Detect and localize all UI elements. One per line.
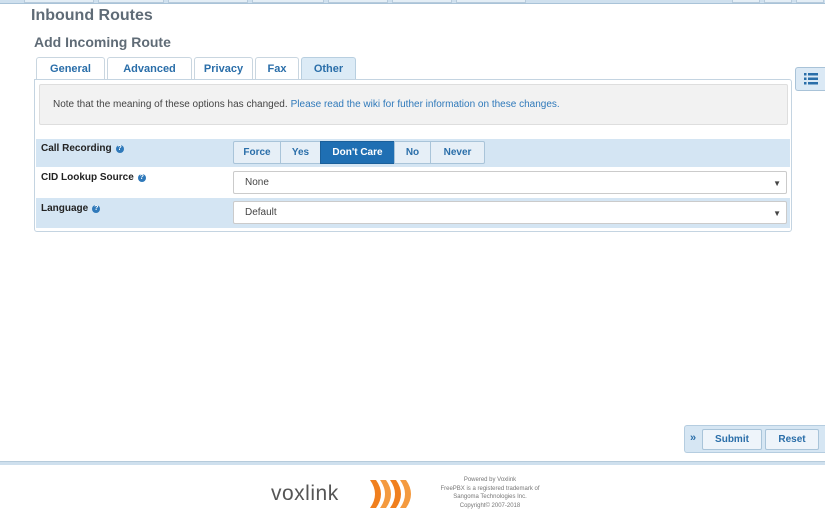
voxlink-logo-text: voxlink [271, 482, 339, 505]
submit-button[interactable]: Submit [702, 429, 762, 450]
trademark-text-1: FreePBX is a registered trademark of [440, 485, 540, 492]
cid-lookup-value: None [245, 177, 269, 188]
language-value: Default [245, 207, 277, 218]
top-nav-item[interactable] [732, 0, 760, 3]
double-chevron-right-icon[interactable]: » [690, 432, 696, 444]
top-nav-item[interactable] [168, 0, 248, 3]
call-recording-label-group: Call Recording ? [41, 143, 124, 154]
voxlink-logo-mark-icon [370, 480, 411, 508]
wiki-link[interactable]: Please read the wiki for futher informat… [291, 99, 560, 110]
top-nav-item[interactable] [328, 0, 388, 3]
copyright-text: Copyright© 2007-2018 [459, 502, 521, 509]
call-recording-options: Force Yes Don't Care No Never [233, 141, 485, 164]
question-circle-icon[interactable]: ? [92, 204, 101, 213]
top-nav-strip [0, 0, 825, 4]
call-recording-dont-care-button[interactable]: Don't Care [320, 141, 395, 164]
tab-privacy[interactable]: Privacy [194, 57, 253, 80]
tab-panel-other: Note that the meaning of these options h… [34, 79, 792, 232]
powered-by-text: Powered by Voxlink [463, 477, 517, 483]
top-nav-item[interactable] [392, 0, 452, 3]
question-circle-icon[interactable]: ? [115, 144, 124, 153]
section-title: Add Incoming Route [34, 34, 171, 50]
caret-down-icon: ▼ [773, 209, 781, 218]
language-label: Language [41, 203, 89, 214]
language-select[interactable]: Default ▼ [233, 201, 787, 224]
call-recording-yes-button[interactable]: Yes [280, 141, 321, 164]
call-recording-never-button[interactable]: Never [430, 141, 485, 164]
caret-down-icon: ▼ [773, 179, 781, 188]
tab-fax[interactable]: Fax [255, 57, 299, 80]
cid-lookup-select[interactable]: None ▼ [233, 171, 787, 194]
language-row: Language ? Default ▼ [36, 198, 790, 228]
footer-credits: Powered by Voxlink FreePBX is a register… [425, 476, 555, 510]
top-nav-item[interactable] [24, 0, 94, 3]
tab-other[interactable]: Other [301, 57, 356, 80]
top-nav-item[interactable] [98, 0, 164, 3]
list-icon [803, 73, 818, 85]
notice-box: Note that the meaning of these options h… [39, 84, 788, 125]
trademark-text-2: Sangoma Technologies Inc. [453, 494, 527, 500]
cid-lookup-label-group: CID Lookup Source ? [41, 172, 146, 183]
language-label-group: Language ? [41, 203, 101, 214]
action-bar: » Submit Reset [684, 425, 825, 453]
cid-lookup-row: CID Lookup Source ? None ▼ [36, 169, 790, 197]
tab-bar: General Advanced Privacy Fax Other [36, 57, 358, 80]
call-recording-no-button[interactable]: No [394, 141, 431, 164]
notice-text: Note that the meaning of these options h… [53, 99, 288, 110]
call-recording-force-button[interactable]: Force [233, 141, 281, 164]
call-recording-label: Call Recording [41, 143, 112, 154]
call-recording-row: Call Recording ? Force Yes Don't Care No… [36, 139, 790, 167]
tab-advanced[interactable]: Advanced [107, 57, 192, 80]
tab-general[interactable]: General [36, 57, 105, 80]
page-title: Inbound Routes [31, 7, 153, 24]
top-nav-item[interactable] [796, 0, 824, 3]
top-nav-item[interactable] [764, 0, 792, 3]
top-nav-item[interactable] [456, 0, 526, 3]
question-circle-icon[interactable]: ? [137, 173, 146, 182]
side-panel-toggle[interactable] [795, 67, 825, 91]
reset-button[interactable]: Reset [765, 429, 819, 450]
cid-lookup-label: CID Lookup Source [41, 172, 134, 183]
top-nav-item[interactable] [252, 0, 324, 3]
